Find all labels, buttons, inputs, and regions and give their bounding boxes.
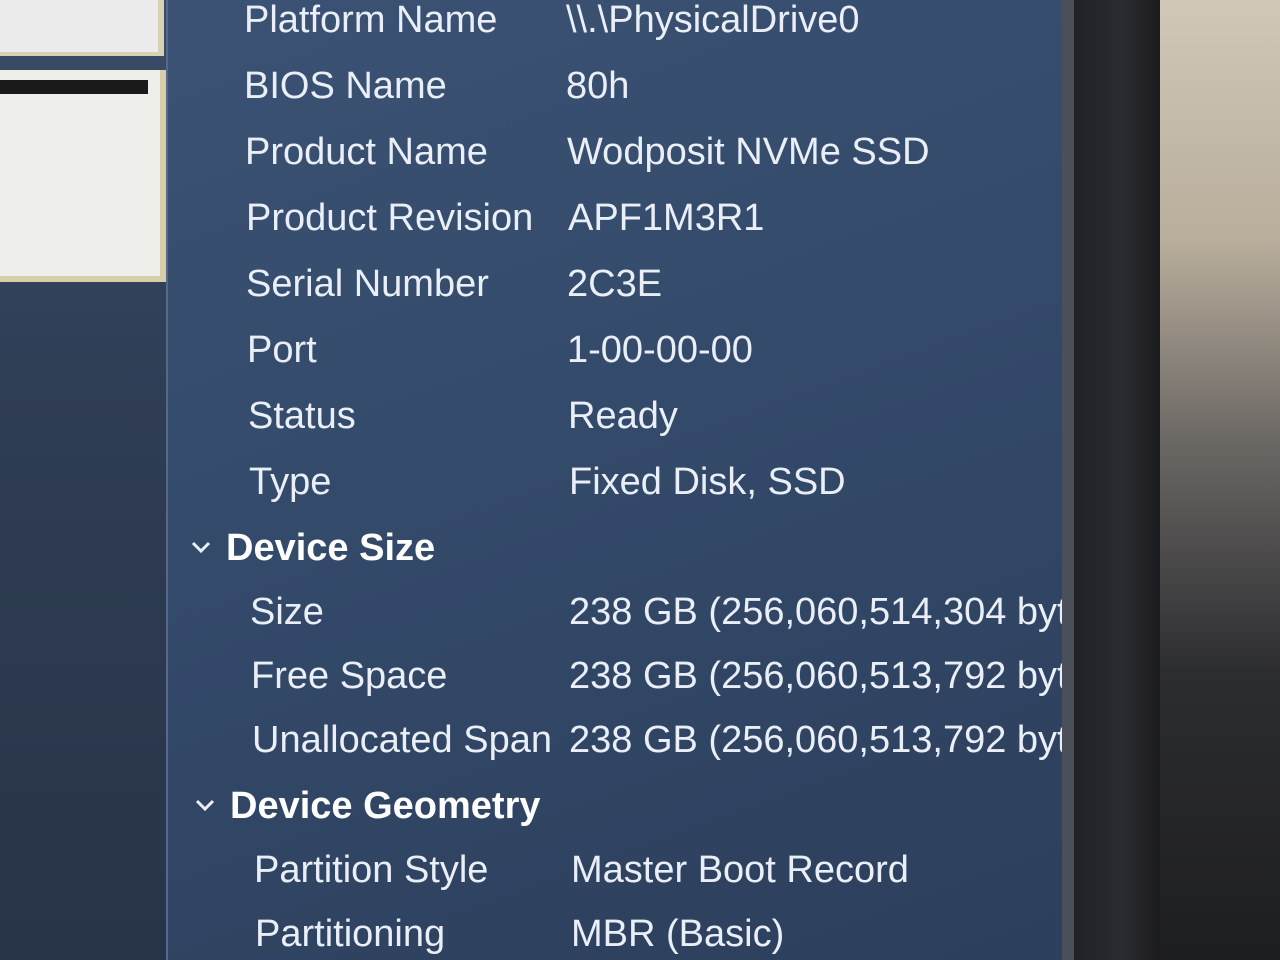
property-label: Status <box>248 394 356 437</box>
property-value: 238 GB (256,060,514,304 byt <box>569 590 1068 633</box>
group-title: Device Size <box>226 526 436 569</box>
property-value: Master Boot Record <box>571 848 909 891</box>
adjacent-window-list <box>0 70 166 282</box>
property-value: Wodposit NVMe SSD <box>567 130 930 173</box>
property-label: Product Name <box>245 130 488 173</box>
property-value: APF1M3R1 <box>568 196 765 239</box>
property-label: Partition Style <box>254 848 489 891</box>
property-label: Size <box>250 590 324 633</box>
property-label: Partitioning <box>255 912 446 955</box>
property-label: Product Revision <box>246 196 534 239</box>
group-header-device-geometry[interactable]: Device Geometry <box>194 778 541 834</box>
property-label: Serial Number <box>246 262 489 305</box>
property-label: BIOS Name <box>244 64 447 107</box>
property-value: 238 GB (256,060,513,792 byte <box>569 654 1068 697</box>
disk-properties-pane: Platform Name \\.\PhysicalDrive0 BIOS Na… <box>166 0 1068 960</box>
property-label: Unallocated Span <box>252 718 552 761</box>
property-label: Type <box>249 460 332 503</box>
property-label: Free Space <box>251 654 448 697</box>
chevron-down-icon[interactable] <box>194 795 216 817</box>
adjacent-window-selection-bar <box>0 80 148 94</box>
property-value: Ready <box>568 394 678 437</box>
group-title: Device Geometry <box>230 784 541 827</box>
property-value: 2C3E <box>567 262 663 305</box>
property-label: Port <box>247 328 317 371</box>
chevron-down-icon[interactable] <box>190 537 212 559</box>
property-value: Fixed Disk, SSD <box>569 460 846 503</box>
room-background <box>1160 0 1280 960</box>
monitor-bezel-edge <box>1062 0 1074 960</box>
property-value: 1-00-00-00 <box>567 328 753 371</box>
group-header-device-size[interactable]: Device Size <box>190 520 435 576</box>
monitor-bezel <box>1062 0 1162 960</box>
property-label: Platform Name <box>244 0 498 41</box>
adjacent-window-panel <box>0 0 164 56</box>
property-value: MBR (Basic) <box>571 912 785 955</box>
property-value: 80h <box>566 64 630 107</box>
property-value: \\.\PhysicalDrive0 <box>566 0 860 41</box>
property-value: 238 GB (256,060,513,792 byte <box>569 718 1068 761</box>
